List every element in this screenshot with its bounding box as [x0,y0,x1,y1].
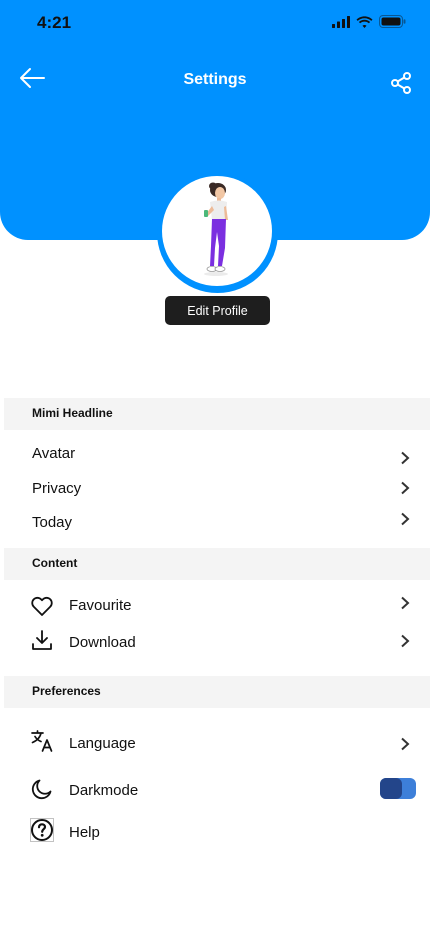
settings-item-label: Avatar [32,445,76,462]
section-title: Mimi Headline [32,406,113,420]
chevron-right-icon [401,451,410,465]
chevron-right-icon [401,596,410,610]
settings-item-label: Help [69,824,100,841]
avatar[interactable] [157,172,278,293]
page-title: Settings [183,71,247,88]
cellular-signal-icon [332,15,350,28]
share-button[interactable] [386,68,416,98]
translate-icon [31,730,53,752]
settings-item-privacy[interactable]: Privacy [0,473,430,507]
settings-item-avatar[interactable]: Avatar [0,438,430,472]
settings-item-language[interactable]: Language [0,728,430,762]
share-icon [391,72,411,94]
toggle-knob [380,778,402,799]
avatar-image [162,176,272,286]
settings-item-download[interactable]: Download [0,627,430,661]
status-icons [332,15,406,28]
section-title: Content [32,556,78,570]
avatar-figure-icon [204,182,228,276]
darkmode-toggle[interactable] [380,778,416,799]
section-header-content: Content [4,548,430,580]
battery-icon [379,15,406,28]
status-bar: 4:21 [0,0,430,46]
help-icon [30,818,54,842]
settings-item-favourite[interactable]: Favourite [0,590,430,624]
settings-item-label: Language [69,735,136,752]
section-title: Preferences [32,684,101,698]
section-header-preferences: Preferences [4,676,430,708]
settings-item-label: Darkmode [69,782,139,799]
moon-icon [31,779,52,800]
settings-item-today[interactable]: Today [0,507,430,541]
settings-item-label: Privacy [32,480,82,497]
settings-item-label: Download [69,634,136,651]
heart-icon [31,596,53,616]
chevron-right-icon [401,481,410,495]
chevron-right-icon [401,737,410,751]
wifi-icon [356,15,373,28]
settings-item-help[interactable]: Help [0,817,430,851]
chevron-right-icon [401,634,410,648]
chevron-right-icon [401,512,410,526]
settings-item-darkmode[interactable]: Darkmode [0,775,430,809]
edit-profile-button[interactable]: Edit Profile [165,296,270,325]
settings-item-label: Favourite [69,597,132,614]
section-header-mimi-headline: Mimi Headline [4,398,430,430]
status-time: 4:21 [37,13,72,32]
download-icon [32,630,52,650]
settings-item-label: Today [32,514,73,531]
